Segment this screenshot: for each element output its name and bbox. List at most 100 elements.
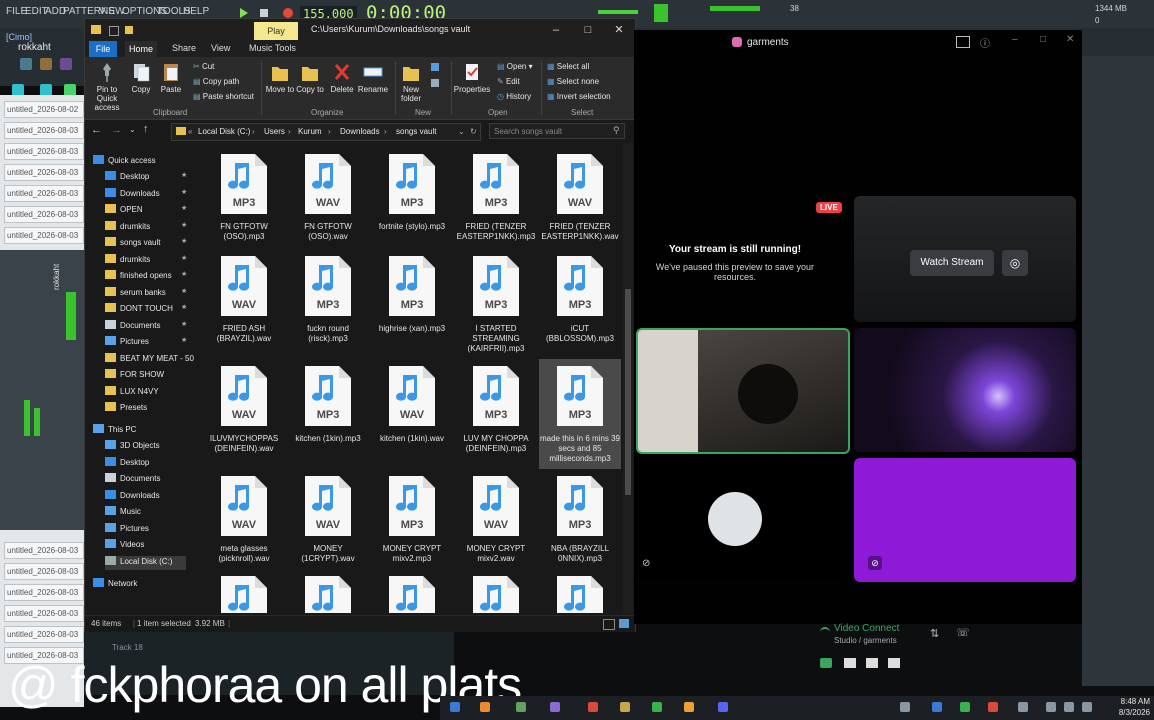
forward-arrow-icon[interactable]: → xyxy=(111,124,122,136)
copy-button[interactable]: Copy xyxy=(129,61,153,94)
refresh-icon[interactable]: ↻ xyxy=(470,127,477,136)
file-item[interactable]: MP3 kitchen (1kin).mp3 xyxy=(287,359,369,459)
file-item[interactable] xyxy=(203,569,285,613)
maximize-icon[interactable]: □ xyxy=(573,22,603,38)
breadcrumb-songs-vault[interactable]: songs vault xyxy=(396,127,436,136)
fl-tool-icon[interactable] xyxy=(60,58,72,70)
noise-suppression-icon[interactable]: ⇅ xyxy=(930,627,939,640)
fl-menu-file[interactable]: FILE xyxy=(6,6,27,17)
inbox-icon[interactable] xyxy=(956,36,970,48)
disconnect-icon[interactable]: ☏ xyxy=(956,626,970,639)
history-button[interactable]: ◷ History xyxy=(497,92,531,101)
breadcrumb-kurum[interactable]: Kurum xyxy=(298,127,322,136)
battery-icon[interactable] xyxy=(1082,702,1092,712)
breadcrumb-downloads[interactable]: Downloads xyxy=(340,127,380,136)
voice-channel-label[interactable]: Studio / garments xyxy=(834,636,897,645)
address-dropdown-icon[interactable]: ⌄ xyxy=(458,127,465,136)
nav-item[interactable]: Documents xyxy=(105,320,160,334)
cut-button[interactable]: ✂ Cut xyxy=(193,62,214,71)
invert-selection-button[interactable]: ▦ Invert selection xyxy=(547,92,611,101)
close-icon[interactable]: ✕ xyxy=(604,22,634,38)
playlist-item[interactable]: untitled_2026-08-03 xyxy=(4,143,84,160)
minimize-icon[interactable]: – xyxy=(541,22,571,38)
file-item[interactable]: MP3 FN GTFOTW (OSO).mp3 xyxy=(203,147,285,247)
nav-item[interactable]: songs vault xyxy=(105,237,160,251)
tray-icon[interactable] xyxy=(988,702,998,712)
new-folder-button[interactable]: New folder xyxy=(397,61,425,103)
playlist-item[interactable]: untitled_2026-08-02 xyxy=(4,101,84,118)
taskbar-app-icon[interactable] xyxy=(516,702,526,712)
tab-file[interactable]: File xyxy=(89,41,117,57)
playlist-item[interactable]: untitled_2026-08-03 xyxy=(4,605,84,622)
tab-view[interactable]: View xyxy=(211,43,230,53)
fl-menu-help[interactable]: HELP xyxy=(183,6,209,17)
breadcrumb-users[interactable]: Users xyxy=(264,127,285,136)
mixer-fader-meter[interactable] xyxy=(66,292,76,340)
nav-item[interactable]: Pictures xyxy=(105,336,149,350)
taskbar-fl-studio-icon[interactable] xyxy=(684,702,694,712)
participant-tile[interactable]: ⊘ xyxy=(636,458,846,580)
file-item[interactable]: MP3 fuckn round (risck).mp3 xyxy=(287,249,369,349)
file-item[interactable]: MP3 LUV MY CHOPPA (DEINFEIN).mp3 xyxy=(455,359,537,459)
file-item[interactable] xyxy=(455,569,537,613)
playlist-item[interactable]: untitled_2026-08-03 xyxy=(4,227,84,244)
popout-icon[interactable]: ◎ xyxy=(1002,250,1028,276)
taskbar-explorer-icon[interactable] xyxy=(450,702,460,712)
file-item[interactable] xyxy=(539,569,621,613)
nav-item[interactable]: drumkits xyxy=(105,221,150,235)
tab-home[interactable]: Home xyxy=(125,41,157,57)
stream-preview-tile[interactable]: Watch Stream ◎ xyxy=(854,196,1076,322)
playlist-item[interactable]: untitled_2026-08-03 xyxy=(4,122,84,139)
webcam-tile[interactable] xyxy=(854,328,1076,452)
nav-item[interactable]: OPEN xyxy=(105,204,143,218)
file-item[interactable]: MP3 FRIED (TENZER EASTERP1NKK).mp3 xyxy=(455,147,537,247)
nav-item[interactable]: This PC xyxy=(93,424,136,438)
large-icons-view-icon[interactable] xyxy=(619,619,629,628)
select-none-button[interactable]: ▦ Select none xyxy=(547,77,599,86)
file-item[interactable]: MP3 made this in 6 mins 39 secs and 85 mi… xyxy=(539,359,621,469)
delete-button[interactable]: Delete xyxy=(327,61,357,94)
stop-icon[interactable] xyxy=(260,9,268,17)
tab-music-tools[interactable]: Music Tools xyxy=(249,43,296,53)
file-item[interactable]: MP3 iCUT (BBLOSSOM).mp3 xyxy=(539,249,621,349)
camera-icon[interactable] xyxy=(820,658,832,668)
address-bar[interactable]: « Local Disk (C:) › Users › Kurum › Down… xyxy=(171,123,481,141)
file-item[interactable]: MP3 MONEY CRYPT mixv2.mp3 xyxy=(371,469,453,569)
paste-button[interactable]: Paste xyxy=(159,61,183,94)
volume-icon[interactable] xyxy=(1064,702,1074,712)
file-item[interactable]: WAV ILUVMYCHOPPAS (DEINFEIN).wav xyxy=(203,359,285,459)
close-icon[interactable]: ✕ xyxy=(1066,34,1074,45)
nav-item[interactable]: Documents xyxy=(105,473,160,487)
tray-icon[interactable] xyxy=(932,702,942,712)
up-arrow-icon[interactable]: ↑ xyxy=(143,123,149,135)
copy-to-button[interactable]: Copy to xyxy=(295,61,325,94)
new-folder-quick-icon[interactable] xyxy=(125,26,133,34)
taskbar-app-icon[interactable] xyxy=(480,702,490,712)
nav-item[interactable]: DONT TOUCH xyxy=(105,303,173,317)
taskbar-app-icon[interactable] xyxy=(620,702,630,712)
file-item[interactable] xyxy=(287,569,369,613)
properties-quick-icon[interactable] xyxy=(109,26,119,36)
nav-item[interactable]: FOR SHOW xyxy=(105,369,164,383)
playlist-item[interactable]: untitled_2026-08-03 xyxy=(4,206,84,223)
play-icon[interactable] xyxy=(240,8,248,18)
file-item[interactable]: WAV kitchen (1kin).wav xyxy=(371,359,453,459)
nav-item[interactable]: Downloads xyxy=(105,188,160,202)
details-view-icon[interactable] xyxy=(603,619,615,630)
nav-item[interactable]: finished opens xyxy=(105,270,172,284)
nav-item[interactable]: LUX N4VY xyxy=(105,386,159,400)
taskbar-date[interactable]: 8/3/2026 xyxy=(1108,708,1150,717)
nav-item[interactable]: serum banks xyxy=(105,287,166,301)
playlist-item[interactable]: untitled_2026-08-03 xyxy=(4,164,84,181)
easy-access-icon[interactable] xyxy=(431,79,439,87)
nav-item[interactable]: Downloads xyxy=(105,490,160,504)
file-item[interactable]: WAV FRIED (TENZER EASTERP1NKK).wav xyxy=(539,147,621,247)
taskbar-app-icon[interactable] xyxy=(588,702,598,712)
minimize-icon[interactable]: – xyxy=(1012,34,1018,45)
taskbar-app-icon[interactable] xyxy=(652,702,662,712)
file-item[interactable]: WAV MONEY (1CRYPT).wav xyxy=(287,469,369,569)
new-item-icon[interactable] xyxy=(431,63,439,71)
taskbar-time[interactable]: 8:48 AM xyxy=(1108,697,1150,706)
rename-button[interactable]: Rename xyxy=(357,61,389,94)
record-icon[interactable] xyxy=(283,8,293,18)
